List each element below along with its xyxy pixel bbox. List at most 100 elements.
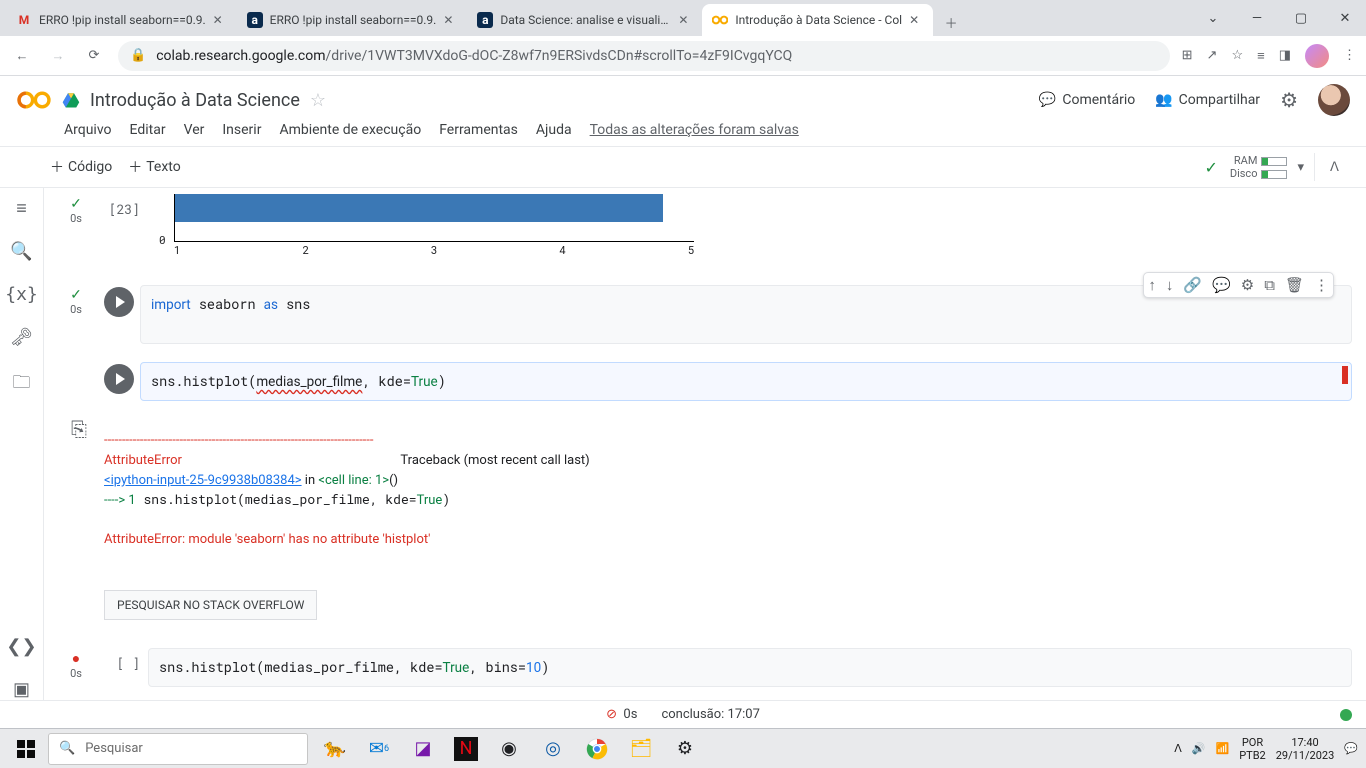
taskbar-app-icon[interactable]: 🐆 bbox=[322, 736, 348, 762]
menu-ajuda[interactable]: Ajuda bbox=[536, 122, 572, 138]
share-button[interactable]: 👥 Compartilhar bbox=[1155, 92, 1260, 108]
secrets-key-icon[interactable]: 🗝 bbox=[10, 327, 33, 348]
search-placeholder: Pesquisar bbox=[85, 741, 143, 756]
copilot-icon[interactable]: ◉ bbox=[496, 736, 522, 762]
exec-time: 0s bbox=[70, 212, 82, 225]
menu-inserir[interactable]: Inserir bbox=[222, 122, 261, 138]
netflix-icon[interactable]: N bbox=[454, 737, 478, 761]
lock-icon: 🔒 bbox=[130, 48, 146, 63]
tab-title: Introdução à Data Science - Col bbox=[735, 13, 902, 27]
delete-icon[interactable]: 🗑 bbox=[1285, 276, 1304, 294]
close-icon[interactable]: ✕ bbox=[678, 13, 692, 27]
search-icon: 🔍 bbox=[59, 741, 75, 756]
forward-icon[interactable]: → bbox=[46, 44, 70, 68]
browser-tab-active[interactable]: Introdução à Data Science - Col ✕ bbox=[702, 4, 933, 36]
close-icon[interactable]: ✕ bbox=[909, 13, 923, 27]
output-toggle-icon[interactable]: ⎘ bbox=[64, 417, 94, 441]
kernel-status-icon[interactable] bbox=[1340, 709, 1352, 721]
star-icon[interactable]: ☆ bbox=[310, 90, 326, 111]
close-icon[interactable]: ✕ bbox=[443, 13, 457, 27]
add-code-button[interactable]: ＋ Código bbox=[50, 157, 112, 177]
code-snippets-icon[interactable]: ❮❯ bbox=[6, 636, 36, 657]
left-sidebar: ≡ 🔍 {x} 🗝 🗀 ❮❯ ▣ bbox=[0, 188, 44, 700]
gear-icon[interactable]: ⚙ bbox=[1241, 276, 1254, 294]
onenote-icon[interactable]: ◪ bbox=[410, 736, 436, 762]
run-cell-button[interactable] bbox=[104, 287, 134, 317]
add-text-button[interactable]: ＋ Texto bbox=[128, 157, 180, 177]
move-up-icon[interactable]: ↑ bbox=[1148, 276, 1156, 294]
files-icon[interactable]: 🗀 bbox=[13, 370, 31, 400]
profile-avatar-icon[interactable] bbox=[1305, 44, 1329, 68]
window-maximize-icon[interactable]: ▢ bbox=[1286, 11, 1316, 26]
menu-ver[interactable]: Ver bbox=[184, 122, 205, 138]
search-icon[interactable]: 🔍 bbox=[10, 241, 32, 262]
comment-icon[interactable]: 💬 bbox=[1212, 276, 1231, 294]
resource-meters[interactable]: RAM Disco bbox=[1230, 154, 1288, 180]
menu-arquivo[interactable]: Arquivo bbox=[64, 122, 112, 138]
runtime-menu-caret-icon[interactable]: ▾ bbox=[1297, 160, 1304, 175]
code-cell[interactable]: sns.histplot(medias_por_filme, kde=True) bbox=[140, 362, 1352, 401]
gmail-icon: M bbox=[16, 12, 32, 28]
collapse-header-icon[interactable]: ᐱ bbox=[1314, 153, 1354, 181]
mail-icon[interactable]: ✉6 bbox=[366, 736, 392, 762]
chevron-down-icon[interactable]: ⌄ bbox=[1198, 11, 1228, 26]
browser-tab[interactable]: a Data Science: analise e visualizaç ✕ bbox=[467, 4, 702, 36]
error-icon: ⊘ bbox=[606, 707, 617, 722]
terminal-icon[interactable]: ▣ bbox=[13, 679, 30, 700]
volume-icon[interactable]: 🔊 bbox=[1192, 742, 1206, 755]
reading-list-icon[interactable]: ≡ bbox=[1257, 48, 1265, 64]
kebab-menu-icon[interactable]: ⋮ bbox=[1314, 276, 1329, 294]
check-icon: ✓ bbox=[1204, 158, 1217, 177]
menu-ambiente[interactable]: Ambiente de execução bbox=[279, 122, 421, 138]
browser-tab[interactable]: a ERRO !pip install seaborn==0.9. ✕ bbox=[237, 4, 468, 36]
notebook-area[interactable]: ✓ 0s [23] 0 1 2 3 4 5 ↑ bbox=[44, 188, 1366, 700]
clock[interactable]: 17:4029/11/2023 bbox=[1276, 736, 1335, 762]
run-cell-button[interactable] bbox=[104, 364, 134, 394]
ime-indicator[interactable]: PORPTB2 bbox=[1239, 736, 1266, 762]
tray-chevron-icon[interactable]: ᐱ bbox=[1174, 742, 1182, 755]
start-button[interactable] bbox=[8, 740, 44, 758]
notifications-icon[interactable]: 💬 bbox=[1344, 742, 1358, 755]
colab-logo-icon[interactable] bbox=[16, 82, 52, 118]
gear-icon[interactable]: ⚙ bbox=[1280, 88, 1298, 112]
chrome-icon[interactable] bbox=[584, 736, 610, 762]
link-icon[interactable]: 🔗 bbox=[1183, 276, 1202, 294]
variables-icon[interactable]: {x} bbox=[5, 284, 38, 305]
document-title[interactable]: Introdução à Data Science bbox=[90, 90, 300, 111]
colab-statusbar: ⊘ 0s conclusão: 17:07 bbox=[0, 700, 1366, 728]
move-down-icon[interactable]: ↓ bbox=[1166, 276, 1174, 294]
wifi-icon[interactable]: 📶 bbox=[1216, 742, 1230, 755]
address-bar[interactable]: 🔒 colab.research.google.com/drive/1VWT3M… bbox=[118, 41, 1170, 71]
user-avatar[interactable] bbox=[1318, 84, 1350, 116]
window-minimize-icon[interactable]: — bbox=[1242, 11, 1272, 26]
install-app-icon[interactable]: ⊞ bbox=[1182, 48, 1193, 63]
new-tab-button[interactable]: ＋ bbox=[937, 8, 965, 36]
check-icon: ✓ bbox=[70, 287, 82, 303]
comment-button[interactable]: 💬 Comentário bbox=[1039, 92, 1135, 108]
settings-icon[interactable]: ⚙ bbox=[672, 736, 698, 762]
close-icon[interactable]: ✕ bbox=[213, 13, 227, 27]
mirror-icon[interactable]: ⧉ bbox=[1264, 276, 1275, 294]
edge-icon[interactable]: ◎ bbox=[540, 736, 566, 762]
bookmark-star-icon[interactable]: ☆ bbox=[1231, 48, 1243, 63]
menu-editar[interactable]: Editar bbox=[130, 122, 166, 138]
save-status[interactable]: Todas as alterações foram salvas bbox=[590, 122, 799, 138]
colab-icon bbox=[712, 12, 728, 28]
code-cell[interactable]: sns.histplot(medias_por_filme, kde=True,… bbox=[148, 648, 1352, 687]
search-stackoverflow-button[interactable]: PESQUISAR NO STACK OVERFLOW bbox=[104, 590, 317, 620]
error-icon: ● bbox=[72, 650, 80, 667]
window-close-icon[interactable]: ✕ bbox=[1330, 11, 1360, 26]
taskbar-search[interactable]: 🔍 Pesquisar bbox=[48, 733, 308, 765]
menu-ferramentas[interactable]: Ferramentas bbox=[439, 122, 518, 138]
explorer-icon[interactable]: 🗂 bbox=[628, 736, 654, 762]
side-panel-icon[interactable]: ◨ bbox=[1279, 48, 1291, 63]
kebab-menu-icon[interactable]: ⋮ bbox=[1343, 48, 1356, 63]
error-marker-icon bbox=[1342, 366, 1348, 384]
chart-x-axis: 1 2 3 4 5 bbox=[174, 242, 694, 257]
share-icon[interactable]: ↗ bbox=[1207, 48, 1218, 63]
tab-title: Data Science: analise e visualizaç bbox=[500, 13, 671, 27]
browser-tab[interactable]: M ERRO !pip install seaborn==0.9. ✕ bbox=[6, 4, 237, 36]
toc-icon[interactable]: ≡ bbox=[16, 198, 27, 219]
back-icon[interactable]: ← bbox=[10, 44, 34, 68]
reload-icon[interactable]: ⟳ bbox=[82, 44, 106, 68]
